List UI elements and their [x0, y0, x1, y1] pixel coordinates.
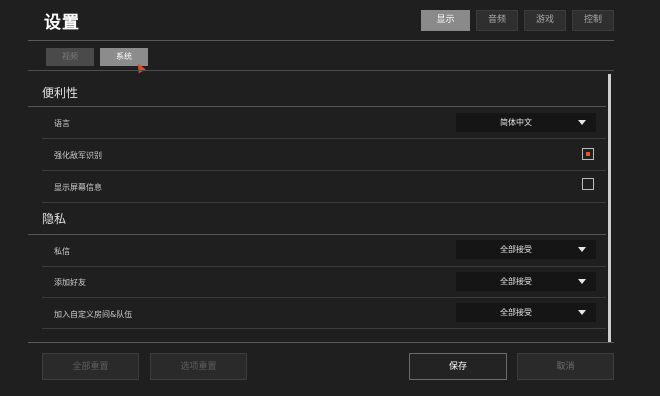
subtab-video[interactable]: 视频: [46, 48, 94, 66]
subtab-divider: [28, 70, 614, 71]
reset-option-button[interactable]: 选项重置: [150, 353, 247, 380]
row-divider: [42, 170, 606, 171]
join-room-dropdown[interactable]: 全部接受: [456, 303, 596, 322]
sub-tab-bar: 视频 系统: [46, 48, 148, 66]
row-divider: [42, 138, 606, 139]
dropdown-arrow-icon: [578, 279, 586, 284]
row-divider: [42, 328, 606, 329]
screen-info-checkbox[interactable]: [582, 178, 594, 190]
settings-content: 便利性 语言 简体中文 强化敌军识别 显示屏幕信息 隐私 私信 全部接受 添加好…: [28, 72, 606, 342]
screen-info-label: 显示屏幕信息: [54, 183, 102, 192]
language-label: 语言: [54, 119, 70, 128]
add-friend-value: 全部接受: [500, 277, 532, 286]
footer-divider: [28, 342, 614, 343]
save-button[interactable]: 保存: [409, 353, 507, 380]
add-friend-label: 添加好友: [54, 278, 86, 287]
row-divider: [42, 266, 606, 267]
language-value: 简体中文: [500, 118, 532, 127]
cancel-button[interactable]: 取消: [517, 353, 614, 380]
section-divider: [28, 106, 606, 107]
enemy-highlight-checkbox[interactable]: [582, 148, 594, 160]
join-room-value: 全部接受: [500, 308, 532, 317]
section-title-convenience: 便利性: [42, 86, 79, 100]
private-message-dropdown[interactable]: 全部接受: [456, 240, 596, 259]
section-divider: [28, 234, 606, 235]
dropdown-arrow-icon: [578, 120, 586, 125]
section-title-privacy: 隐私: [42, 212, 67, 226]
top-tab-bar: 显示 音频 游戏 控制: [421, 10, 614, 31]
row-divider: [42, 202, 606, 203]
add-friend-dropdown[interactable]: 全部接受: [456, 272, 596, 291]
row-divider: [42, 297, 606, 298]
enemy-highlight-label: 强化敌军识别: [54, 151, 102, 160]
tab-audio[interactable]: 音频: [476, 10, 518, 31]
page-title: 设置: [44, 13, 80, 33]
dropdown-arrow-icon: [578, 310, 586, 315]
tab-display[interactable]: 显示: [421, 10, 470, 31]
tab-game[interactable]: 游戏: [524, 10, 566, 31]
tab-control[interactable]: 控制: [572, 10, 614, 31]
scrollbar[interactable]: [608, 74, 611, 342]
dropdown-arrow-icon: [578, 247, 586, 252]
reset-all-button[interactable]: 全部重置: [42, 353, 139, 380]
join-room-label: 加入自定义房间&队伍: [54, 310, 133, 319]
private-message-label: 私信: [54, 247, 70, 256]
private-message-value: 全部接受: [500, 245, 532, 254]
language-dropdown[interactable]: 简体中文: [456, 113, 596, 132]
header-divider: [28, 40, 614, 41]
